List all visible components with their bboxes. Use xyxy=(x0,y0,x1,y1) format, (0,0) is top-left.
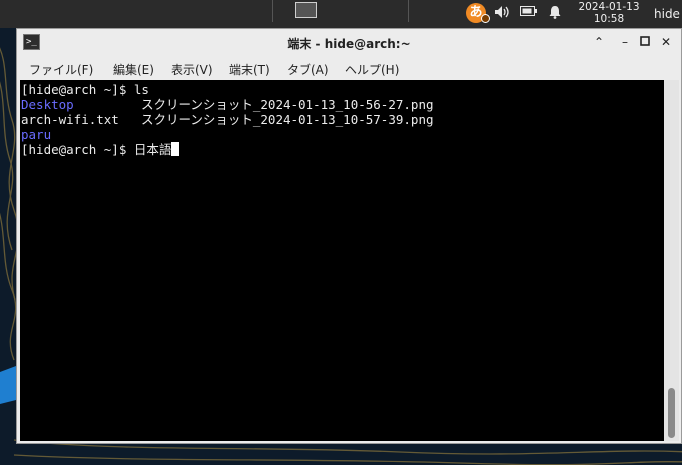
taskbar-window-thumbnail[interactable] xyxy=(295,2,317,18)
window-titlebar[interactable]: >_ 端末 - hide@arch:~ ⌃ – ✕ xyxy=(17,29,681,57)
menubar: ファイル(F) 編集(E) 表示(V) 端末(T) タブ(A) ヘルプ(H) xyxy=(17,57,681,79)
scrollbar-thumb[interactable] xyxy=(668,388,675,438)
maximize-button[interactable] xyxy=(637,34,653,50)
menu-edit[interactable]: 編集(E) xyxy=(113,61,154,78)
terminal-line: arch-wifi.txt スクリーンショット_2024-01-13_10-57-… xyxy=(21,112,664,127)
terminal-line: Desktop スクリーンショット_2024-01-13_10-56-27.png xyxy=(21,97,664,112)
terminal-output[interactable]: [hide@arch ~]$ ls Desktop スクリーンショット_2024-… xyxy=(20,80,664,441)
clock-date: 2024-01-13 xyxy=(578,1,640,13)
clock[interactable]: 2024-01-13 10:58 xyxy=(574,1,644,25)
terminal-line: [hide@arch ~]$ ls xyxy=(21,82,664,97)
shell-prompt: [hide@arch ~]$ xyxy=(21,142,134,157)
close-button[interactable]: ✕ xyxy=(658,34,674,50)
text-cursor xyxy=(171,142,180,156)
top-panel: あ 2024-01-13 10:58 hide xyxy=(0,0,682,28)
dir-entry: paru xyxy=(21,127,52,142)
dir-entry: Desktop xyxy=(21,97,74,112)
panel-separator xyxy=(272,0,273,22)
battery-icon[interactable] xyxy=(520,5,538,21)
terminal-window: >_ 端末 - hide@arch:~ ⌃ – ✕ ファイル(F) 編集(E) … xyxy=(16,28,682,444)
ime-status-dot-icon xyxy=(481,14,490,23)
file-entry: スクリーンショット_2024-01-13_10-57-39.png xyxy=(141,112,434,127)
menu-help[interactable]: ヘルプ(H) xyxy=(345,61,399,78)
menu-tabs[interactable]: タブ(A) xyxy=(287,61,329,78)
input-text: 日本語 xyxy=(133,142,172,157)
menu-view[interactable]: 表示(V) xyxy=(171,61,213,78)
command-text: ls xyxy=(133,82,149,97)
terminal-line: paru xyxy=(21,127,664,142)
notification-bell-icon[interactable] xyxy=(548,5,562,23)
menu-terminal[interactable]: 端末(T) xyxy=(229,61,270,78)
terminal-scrollbar[interactable] xyxy=(664,80,679,441)
file-entry: スクリーンショット_2024-01-13_10-56-27.png xyxy=(141,97,434,112)
panel-separator xyxy=(408,0,409,22)
minimize-button[interactable]: – xyxy=(617,34,633,50)
file-entry: arch-wifi.txt xyxy=(21,112,119,127)
volume-icon[interactable] xyxy=(494,5,512,23)
user-menu[interactable]: hide xyxy=(654,7,680,21)
clock-time: 10:58 xyxy=(593,13,625,25)
menu-file[interactable]: ファイル(F) xyxy=(29,61,93,78)
terminal-line: [hide@arch ~]$ 日本語 xyxy=(21,142,664,157)
shell-prompt: [hide@arch ~]$ xyxy=(21,82,134,97)
window-menu-chevron-icon[interactable]: ⌃ xyxy=(591,34,607,50)
window-title: 端末 - hide@arch:~ xyxy=(287,37,411,51)
